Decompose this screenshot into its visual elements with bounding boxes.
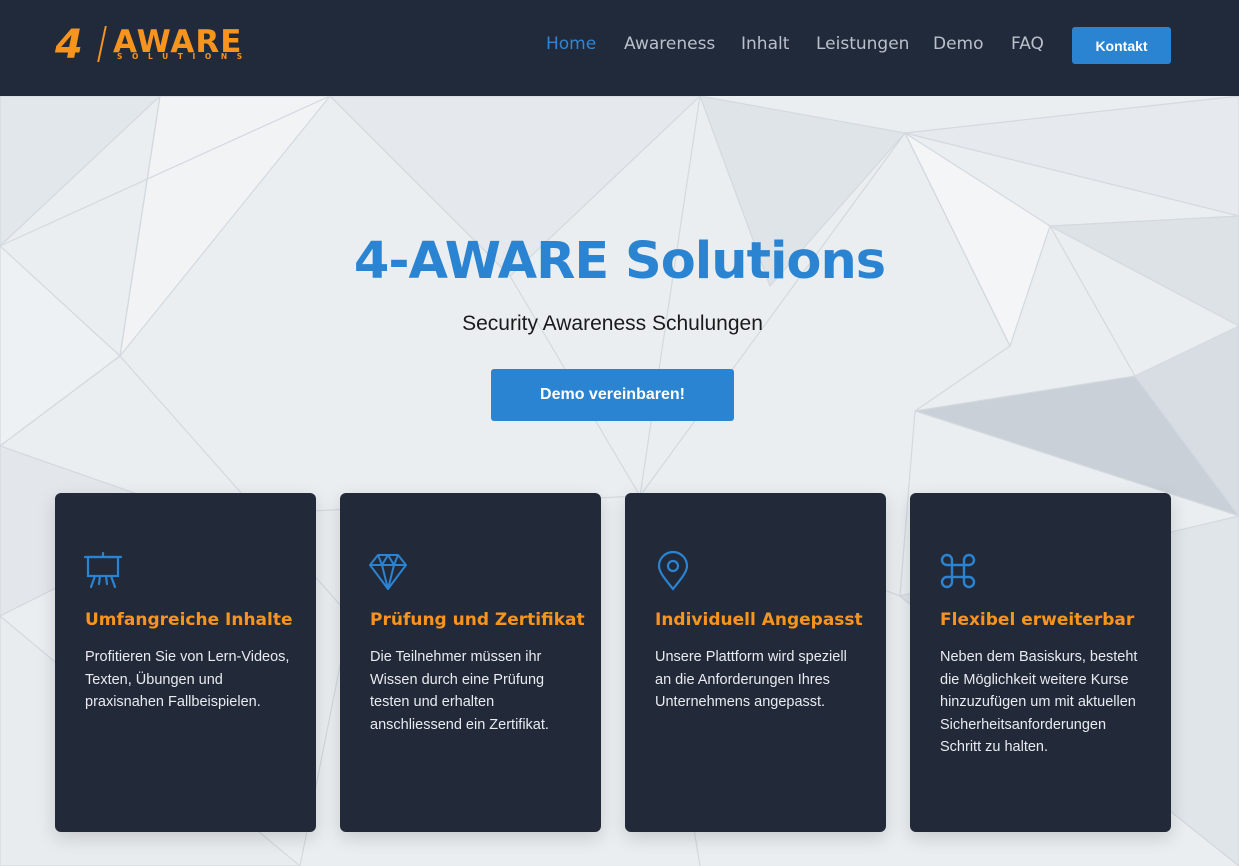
feature-text: Unsere Plattform wird speziell an die An… bbox=[655, 649, 847, 710]
presentation-easel-icon bbox=[83, 551, 123, 589]
feature-card-flexibel-erweiterbar: Flexibel erweiterbar Neben dem Basiskurs… bbox=[910, 493, 1171, 832]
nav-home[interactable]: Home bbox=[546, 34, 596, 54]
hero-section: 4-AWARE Solutions Security Awareness Sch… bbox=[0, 96, 1239, 866]
feature-title: Umfangreiche Inhalte bbox=[85, 610, 293, 630]
feature-text: Neben dem Basiskurs, besteht die Möglich… bbox=[940, 649, 1138, 755]
map-pin-icon bbox=[657, 551, 689, 591]
feature-card-pruefung-zertifikat: Prüfung und Zertifikat Die Teilnehmer mü… bbox=[340, 493, 601, 832]
logo-four: 4 bbox=[55, 22, 83, 68]
demo-cta-button[interactable]: Demo vereinbaren! bbox=[491, 369, 734, 421]
hero-title: 4-AWARE Solutions bbox=[353, 232, 886, 291]
feature-card-umfangreiche-inhalte: Umfangreiche Inhalte Profitieren Sie von… bbox=[55, 493, 316, 832]
logo-divider bbox=[97, 26, 107, 62]
site-header: 4 AWARE SOLUTIONS Home Awareness Inhalt … bbox=[0, 0, 1239, 96]
hero-subtitle: Security Awareness Schulungen bbox=[462, 312, 763, 335]
kontakt-button[interactable]: Kontakt bbox=[1072, 27, 1171, 64]
feature-title: Flexibel erweiterbar bbox=[940, 610, 1135, 630]
feature-title: Prüfung und Zertifikat bbox=[370, 610, 585, 630]
brand-logo[interactable]: 4 AWARE SOLUTIONS bbox=[55, 22, 275, 68]
feature-title: Individuell Angepasst bbox=[655, 610, 863, 630]
feature-card-individuell-angepasst: Individuell Angepasst Unsere Plattform w… bbox=[625, 493, 886, 832]
command-icon bbox=[940, 553, 976, 589]
nav-leistungen[interactable]: Leistungen bbox=[816, 34, 909, 54]
nav-faq[interactable]: FAQ bbox=[1011, 34, 1044, 54]
nav-inhalt[interactable]: Inhalt bbox=[741, 34, 789, 54]
nav-awareness[interactable]: Awareness bbox=[624, 34, 715, 54]
nav-demo[interactable]: Demo bbox=[933, 34, 984, 54]
logo-subtitle: SOLUTIONS bbox=[117, 52, 252, 61]
diamond-icon bbox=[369, 554, 407, 590]
feature-text: Die Teilnehmer müssen ihr Wissen durch e… bbox=[370, 649, 549, 733]
feature-text: Profitieren Sie von Lern-Videos, Texten,… bbox=[85, 649, 290, 710]
